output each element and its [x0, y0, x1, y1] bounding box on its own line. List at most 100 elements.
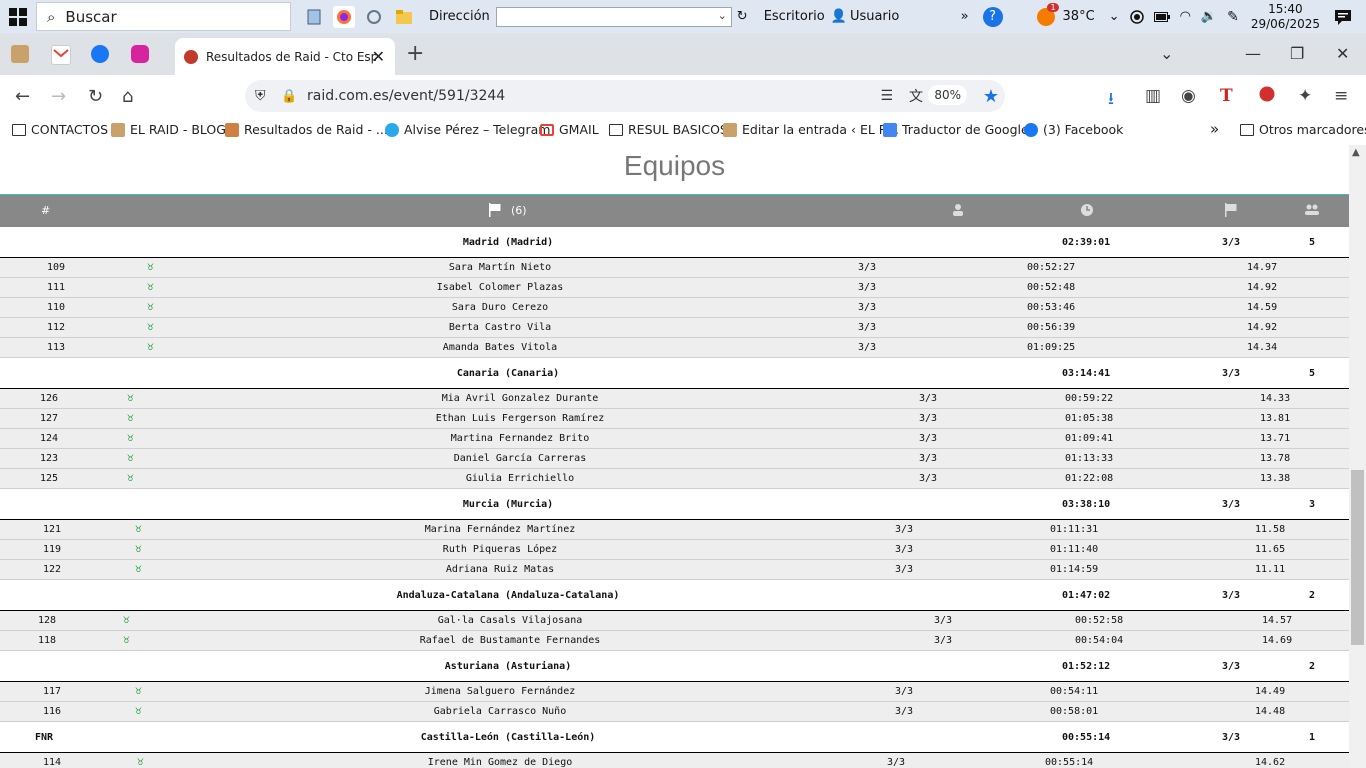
reader-mode-icon[interactable]: ☰	[880, 88, 893, 104]
bookmark-telegram[interactable]: Alvise Pérez – Telegram	[385, 122, 550, 137]
url-text[interactable]: raid.com.es/event/591/3244	[307, 88, 505, 104]
record-icon[interactable]	[1129, 9, 1144, 24]
zoom-level-badge[interactable]: 80%	[928, 85, 967, 105]
url-bar[interactable]: ⛨ 🔒 raid.com.es/event/591/3244 ☰ 文 80% ★	[245, 80, 1005, 112]
bookmark-resultados-raid[interactable]: Resultados de Raid - ...	[225, 122, 388, 137]
member-name: Adriana Ruiz Matas	[445, 564, 555, 575]
member-row[interactable]: 125 ♉ Giulia Errichiello 3/3 01:22:08 13.38	[0, 469, 1349, 490]
user-toolbar-label[interactable]: Usuario	[850, 9, 899, 24]
medal-icon: ♉	[127, 431, 134, 444]
member-row[interactable]: 126 ♉ Mia Avril Gonzalez Durante 3/3 00:59:2…	[0, 389, 1349, 410]
firefox-icon[interactable]	[333, 5, 355, 28]
restore-icon[interactable]: ❐	[1290, 44, 1304, 63]
bookmark-resul-basicos[interactable]: RESUL BASICOS	[609, 122, 728, 137]
sidebar-icon[interactable]: ▥	[1145, 86, 1161, 106]
forward-arrow-icon[interactable]: →	[51, 86, 66, 107]
minimize-icon[interactable]: —	[1245, 44, 1261, 63]
bookmark-facebook[interactable]: (3) Facebook	[1024, 122, 1123, 137]
team-row[interactable]: FNR Castilla-León (Castilla-León) 00:55:14…	[0, 722, 1349, 753]
network-app-icon[interactable]	[363, 6, 385, 28]
member-row[interactable]: 112 ♉ Berta Castro Vila 3/3 00:56:39 14.92	[0, 318, 1349, 339]
team-row[interactable]: Murcia (Murcia) 03:38:10 3/3 3	[0, 489, 1349, 520]
active-tab[interactable]: Resultados de Raid - Cto España ✕	[175, 38, 395, 75]
team-row[interactable]: Asturiana (Asturiana) 01:52:12 3/3 2	[0, 651, 1349, 682]
account-icon[interactable]: ◉	[1181, 86, 1196, 106]
taskbar-search-box[interactable]: ⌕ Buscar	[36, 2, 291, 31]
bookmark-contactos[interactable]: CONTACTOS	[12, 122, 108, 137]
close-window-icon[interactable]: ✕	[1336, 44, 1349, 63]
back-arrow-icon[interactable]: ←	[15, 86, 30, 107]
member-row[interactable]: 127 ♉ Ethan Luis Fergerson Ramírez 3/3 01:05…	[0, 409, 1349, 430]
file-explorer-icon[interactable]	[393, 6, 415, 28]
bookmarks-overflow-icon[interactable]: »	[1210, 120, 1219, 138]
member-time: 01:09:25	[1027, 342, 1076, 353]
translate-icon[interactable]: 文	[909, 86, 923, 106]
help-icon[interactable]: ?	[982, 6, 1003, 27]
bookmark-editar-entrada[interactable]: Editar la entrada ‹ EL R...	[723, 122, 899, 137]
pinned-tab-gmail-icon[interactable]	[51, 45, 71, 65]
pinned-tab-instagram-icon[interactable]	[131, 45, 149, 63]
bookmark-gmail[interactable]: GMAIL	[540, 122, 599, 137]
member-bib: 109	[47, 262, 66, 273]
new-tab-plus-icon[interactable]: +	[406, 41, 424, 66]
bookmark-star-icon[interactable]: ★	[983, 86, 999, 107]
temperature-label[interactable]: 38°C	[1063, 9, 1095, 24]
member-row[interactable]: 123 ♉ Daniel García Carreras 3/3 01:13:33 13.…	[0, 449, 1349, 470]
lock-icon[interactable]: 🔒	[281, 89, 297, 104]
windows-start-button[interactable]	[0, 0, 36, 33]
menu-icon[interactable]: ≡	[1334, 86, 1348, 106]
team-row[interactable]: Madrid (Madrid) 02:39:01 3/3 5	[0, 227, 1349, 258]
member-row[interactable]: 110 ♉ Sara Duro Cerezo 3/3 00:53:46 14.59	[0, 298, 1349, 319]
desktop-toolbar-label[interactable]: Escritorio	[764, 9, 825, 24]
notifications-icon[interactable]	[1334, 9, 1352, 25]
chevron-down-icon[interactable]: ⌄	[718, 9, 727, 22]
address-toolbar-input[interactable]: ⌄	[495, 6, 732, 27]
bookmark-el-raid-blog[interactable]: EL RAID - BLOG	[111, 122, 226, 137]
bookmark-otros-marcadores[interactable]: Otros marcadores	[1240, 122, 1366, 137]
pen-icon[interactable]: ✎	[1227, 9, 1239, 25]
member-row[interactable]: 121 ♉ Marina Fernández Martínez 3/3 01:11:31…	[0, 520, 1349, 541]
member-row[interactable]: 114 ♉ Irene Min Gomez de Diego 3/3 00:55:14 1…	[0, 753, 1349, 768]
scrollbar-thumb[interactable]	[1351, 470, 1364, 645]
member-row[interactable]: 109 ♉ Sara Martín Nieto 3/3 00:52:27 14.97	[0, 258, 1349, 279]
extensions-puzzle-icon[interactable]: ✦	[1298, 86, 1312, 106]
member-speed: 11.11	[1255, 564, 1286, 575]
overflow-chevrons-icon[interactable]: »	[961, 9, 969, 24]
member-row[interactable]: 119 ♉ Ruth Piqueras López 3/3 01:11:40 11.65	[0, 540, 1349, 561]
member-row[interactable]: 128 ♉ Gal·la Casals Vilajosana 3/3 00:52:58 1…	[0, 611, 1349, 632]
chevron-down-icon[interactable]: ⌄	[1109, 9, 1120, 24]
home-icon[interactable]: ⌂	[122, 86, 133, 107]
volume-icon[interactable]: 🔉	[1201, 9, 1217, 24]
clock-time: 15:40	[1268, 1, 1303, 16]
member-row[interactable]: 124 ♉ Martina Fernandez Brito 3/3 01:09:41 13…	[0, 429, 1349, 450]
battery-icon[interactable]	[1153, 11, 1170, 22]
tab-search-chevron-icon[interactable]: ⌄	[1160, 44, 1173, 63]
member-time: 00:53:46	[1027, 302, 1076, 313]
shield-icon[interactable]: ⛨	[255, 88, 266, 104]
notepad-icon[interactable]	[303, 6, 325, 28]
member-row[interactable]: 111 ♉ Isabel Colomer Plazas 3/3 00:52:48 14.9…	[0, 278, 1349, 299]
pinned-tab-raid-icon[interactable]	[11, 45, 29, 63]
member-name: Marina Fernández Martínez	[424, 524, 576, 535]
refresh-icon[interactable]: ↻	[737, 9, 748, 24]
wifi-icon[interactable]: ◠	[1180, 9, 1191, 24]
taskbar-clock[interactable]: 15:40 29/06/2025	[1251, 2, 1320, 32]
member-row[interactable]: 113 ♉ Amanda Bates Vitola 3/3 01:09:25 14.34	[0, 338, 1349, 359]
reload-icon[interactable]: ↻	[88, 86, 103, 107]
bookmark-traductor[interactable]: Traductor de Google	[883, 122, 1029, 137]
weather-icon[interactable]: 1	[1036, 2, 1059, 26]
member-row[interactable]: 116 ♉ Gabriela Carrasco Nuño 3/3 00:58:01 14.…	[0, 702, 1349, 723]
member-row[interactable]: 117 ♉ Jimena Salguero Fernández 3/3 00:54:11…	[0, 682, 1349, 703]
extension-red-icon[interactable]	[1259, 86, 1275, 107]
extension-t-icon[interactable]: T	[1220, 86, 1233, 106]
member-row[interactable]: 122 ♉ Adriana Ruiz Matas 3/3 01:14:59 11.11	[0, 560, 1349, 581]
member-stages: 3/3	[895, 544, 914, 555]
team-row[interactable]: Canaria (Canaria) 03:14:41 3/3 5	[0, 358, 1349, 389]
team-row[interactable]: Andaluza-Catalana (Andaluza-Catalana) 01:…	[0, 580, 1349, 611]
page-scrollbar[interactable]: ▲	[1349, 145, 1366, 768]
member-row[interactable]: 118 ♉ Rafael de Bustamante Fernandes 3/3 00:…	[0, 631, 1349, 652]
pinned-tab-facebook-icon[interactable]	[91, 45, 109, 63]
scroll-up-arrow-icon[interactable]: ▲	[1352, 147, 1360, 158]
close-tab-icon[interactable]: ✕	[372, 47, 385, 66]
download-icon[interactable]: ⭳	[1108, 86, 1114, 115]
